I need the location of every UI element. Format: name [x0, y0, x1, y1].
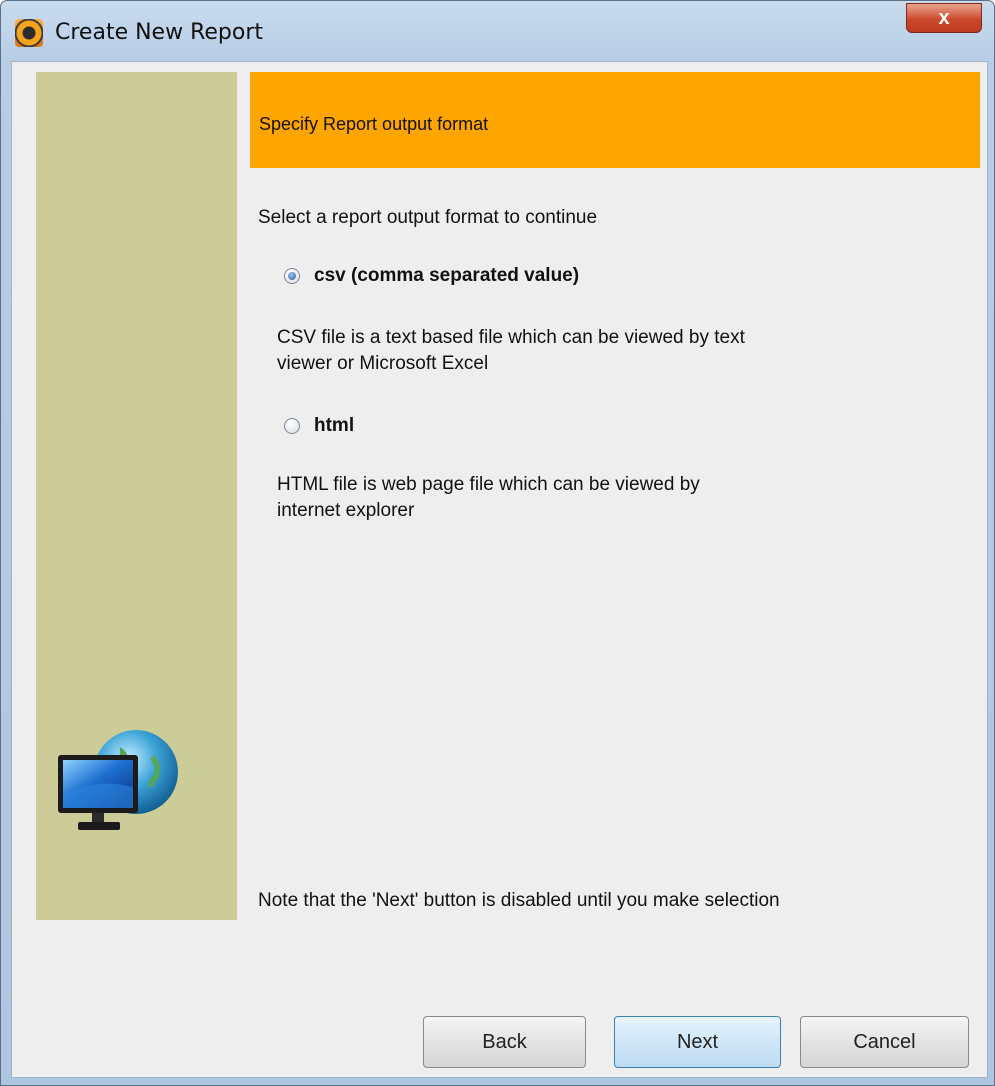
selection-note: Note that the 'Next' button is disabled …	[258, 890, 780, 911]
csv-radio-button[interactable]	[284, 268, 300, 284]
html-option-label[interactable]: html	[314, 415, 354, 437]
html-description-line2: internet explorer	[277, 500, 415, 521]
next-button[interactable]: Next	[614, 1016, 781, 1068]
step-header-title: Specify Report output format	[259, 114, 489, 134]
side-panel	[36, 72, 237, 920]
instruction-text: Select a report output format to continu…	[258, 207, 598, 228]
report-app-icon	[15, 19, 43, 47]
html-description-line1: HTML file is web page file which can be …	[277, 474, 700, 495]
monitor-globe-icon	[58, 730, 178, 830]
csv-description: CSV file is a text based file which can …	[277, 325, 745, 377]
window-title: Create New Report	[55, 20, 264, 45]
csv-description-line1: CSV file is a text based file which can …	[277, 327, 745, 348]
cancel-button[interactable]: Cancel	[800, 1016, 969, 1068]
html-description: HTML file is web page file which can be …	[277, 472, 700, 524]
title-bar[interactable]: Create New Report x	[1, 1, 994, 61]
dialog-client-area: Specify Report output format Select a re…	[11, 61, 988, 1078]
close-button[interactable]: x	[906, 3, 982, 33]
back-button[interactable]: Back	[423, 1016, 586, 1068]
dialog-window: Create New Report x Specify Report outpu…	[0, 0, 995, 1086]
html-radio-button[interactable]	[284, 418, 300, 434]
csv-option-label[interactable]: csv (comma separated value)	[314, 265, 579, 287]
csv-description-line2: viewer or Microsoft Excel	[277, 353, 489, 374]
step-header: Specify Report output format	[250, 72, 980, 168]
